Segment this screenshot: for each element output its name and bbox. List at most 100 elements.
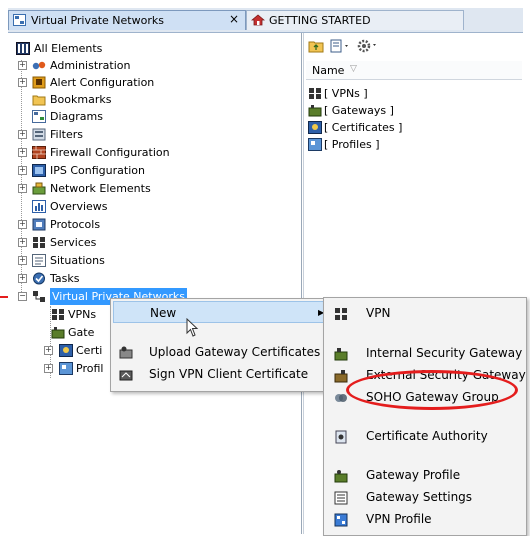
tree-item-administration[interactable]: + Administration [8, 57, 288, 74]
tree-item-label: Services [50, 236, 97, 249]
certificates-icon [59, 344, 73, 357]
folder-up-icon[interactable] [308, 39, 324, 53]
all-elements-icon [16, 42, 30, 55]
close-tab-icon[interactable]: × [229, 12, 239, 26]
tree-item-label: Situations [50, 254, 105, 267]
tree-item-tasks[interactable]: + Tasks [8, 270, 288, 287]
expand-icon[interactable]: + [18, 274, 27, 283]
expand-icon[interactable]: + [18, 61, 27, 70]
tree-item-label: Alert Configuration [50, 76, 155, 89]
new-element-icon[interactable] [330, 39, 352, 53]
list-item-label: [ Certificates ] [324, 121, 403, 134]
upload-certificate-icon [119, 345, 133, 359]
situations-icon [32, 254, 46, 267]
tree-item-filters[interactable]: + Filters [8, 126, 288, 143]
administration-icon [32, 59, 46, 72]
tree-item-ips-configuration[interactable]: + IPS Configuration [8, 162, 288, 179]
vpn-icon [32, 290, 46, 303]
list-item-label: [ Gateways ] [324, 104, 394, 117]
expand-icon[interactable]: + [44, 346, 53, 355]
list-item[interactable]: [ Profiles ] [306, 136, 506, 153]
menu-item-label: Upload Gateway Certificates [149, 345, 321, 359]
gateways-icon [308, 104, 322, 117]
list-item[interactable]: [ VPNs ] [306, 85, 506, 102]
tab-bar: Virtual Private Networks × GETTING START… [8, 8, 523, 33]
expand-icon[interactable]: + [18, 184, 27, 193]
diagrams-icon [32, 110, 46, 123]
expand-icon[interactable]: + [18, 220, 27, 229]
tree-item-label: Administration [50, 59, 131, 72]
tree-item-label: Overviews [50, 200, 108, 213]
expand-icon[interactable]: + [18, 238, 27, 247]
submenu-item-vpn-profile[interactable]: VPN Profile [326, 508, 522, 530]
tree-item-services[interactable]: + Services [8, 234, 288, 251]
highlight-annotation [346, 370, 518, 410]
menu-item-label: Gateway Profile [366, 468, 461, 482]
tree-item-label: All Elements [34, 42, 103, 55]
tree-item-overviews[interactable]: Overviews [8, 198, 288, 215]
tree-item-label: Protocols [50, 218, 101, 231]
submenu-item-internal-security-gateway[interactable]: Internal Security Gateway [326, 342, 522, 364]
pointer-marker [0, 296, 8, 298]
menu-item-label: Certificate Authority [366, 429, 488, 443]
vpn-profile-icon [334, 512, 348, 527]
alert-configuration-icon [32, 76, 46, 89]
gateway-settings-icon [334, 490, 348, 505]
filters-icon [32, 128, 46, 141]
profiles-icon [59, 362, 73, 375]
expand-icon[interactable]: + [18, 148, 27, 157]
gateway-profile-icon [334, 468, 348, 483]
new-submenu: VPN Internal Security Gateway External S… [323, 297, 527, 536]
tree-item-all-elements[interactable]: All Elements [8, 40, 288, 57]
tree-item-label: Diagrams [50, 110, 103, 123]
list-item-label: [ VPNs ] [324, 87, 368, 100]
menu-item-label: New [150, 306, 177, 320]
tree-item-protocols[interactable]: + Protocols [8, 216, 288, 233]
tree-item-diagrams[interactable]: Diagrams [8, 108, 288, 125]
tab-getting-started[interactable]: GETTING STARTED [246, 10, 464, 30]
tree-item-label: Firewall Configuration [50, 146, 170, 159]
menu-item-new[interactable]: New ▶ [113, 301, 325, 323]
expand-icon[interactable]: + [18, 256, 27, 265]
expand-icon[interactable]: + [18, 166, 27, 175]
protocols-icon [32, 218, 46, 231]
certificate-authority-icon [334, 429, 348, 444]
tree-item-bookmarks[interactable]: Bookmarks [8, 91, 288, 108]
vpns-icon [308, 87, 322, 100]
list-item-label: [ Profiles ] [324, 138, 380, 151]
vpns-icon [51, 308, 65, 321]
tree-item-label: Bookmarks [50, 93, 112, 106]
list-item[interactable]: [ Gateways ] [306, 102, 506, 119]
firewall-configuration-icon [32, 146, 46, 159]
gear-icon[interactable] [356, 38, 380, 54]
ips-configuration-icon [32, 164, 46, 177]
expand-icon[interactable]: + [18, 78, 27, 87]
column-header-name[interactable]: Name ▽ [306, 61, 522, 80]
expand-icon[interactable]: + [44, 364, 53, 373]
expand-icon[interactable]: + [18, 130, 27, 139]
submenu-item-vpn[interactable]: VPN [326, 302, 522, 324]
external-gateway-icon [334, 368, 348, 383]
tree-item-alert-configuration[interactable]: + Alert Configuration [8, 74, 288, 91]
column-header-label: Name [312, 64, 345, 77]
tab-label: GETTING STARTED [269, 14, 371, 27]
submenu-item-gateway-settings[interactable]: Gateway Settings [326, 486, 522, 508]
list-item[interactable]: [ Certificates ] [306, 119, 506, 136]
tasks-icon [32, 272, 46, 285]
tree-item-firewall-configuration[interactable]: + Firewall Configuration [8, 144, 288, 161]
menu-item-upload-gateway-certificates[interactable]: Upload Gateway Certificates [113, 341, 325, 363]
certificates-icon [308, 121, 322, 134]
collapse-icon[interactable]: − [18, 292, 27, 301]
bookmarks-folder-icon [32, 93, 46, 106]
sign-certificate-icon [119, 367, 133, 381]
network-elements-icon [32, 182, 46, 195]
tree-item-situations[interactable]: + Situations [8, 252, 288, 269]
tree-item-network-elements[interactable]: + Network Elements [8, 180, 288, 197]
tree-item-label: Profil [76, 362, 104, 375]
submenu-item-certificate-authority[interactable]: Certificate Authority [326, 425, 522, 447]
tab-virtual-private-networks[interactable]: Virtual Private Networks × [8, 10, 246, 30]
menu-item-sign-vpn-client-certificate[interactable]: Sign VPN Client Certificate [113, 363, 325, 385]
submenu-item-gateway-profile[interactable]: Gateway Profile [326, 464, 522, 486]
tree-item-label: Filters [50, 128, 83, 141]
home-icon [250, 14, 266, 26]
